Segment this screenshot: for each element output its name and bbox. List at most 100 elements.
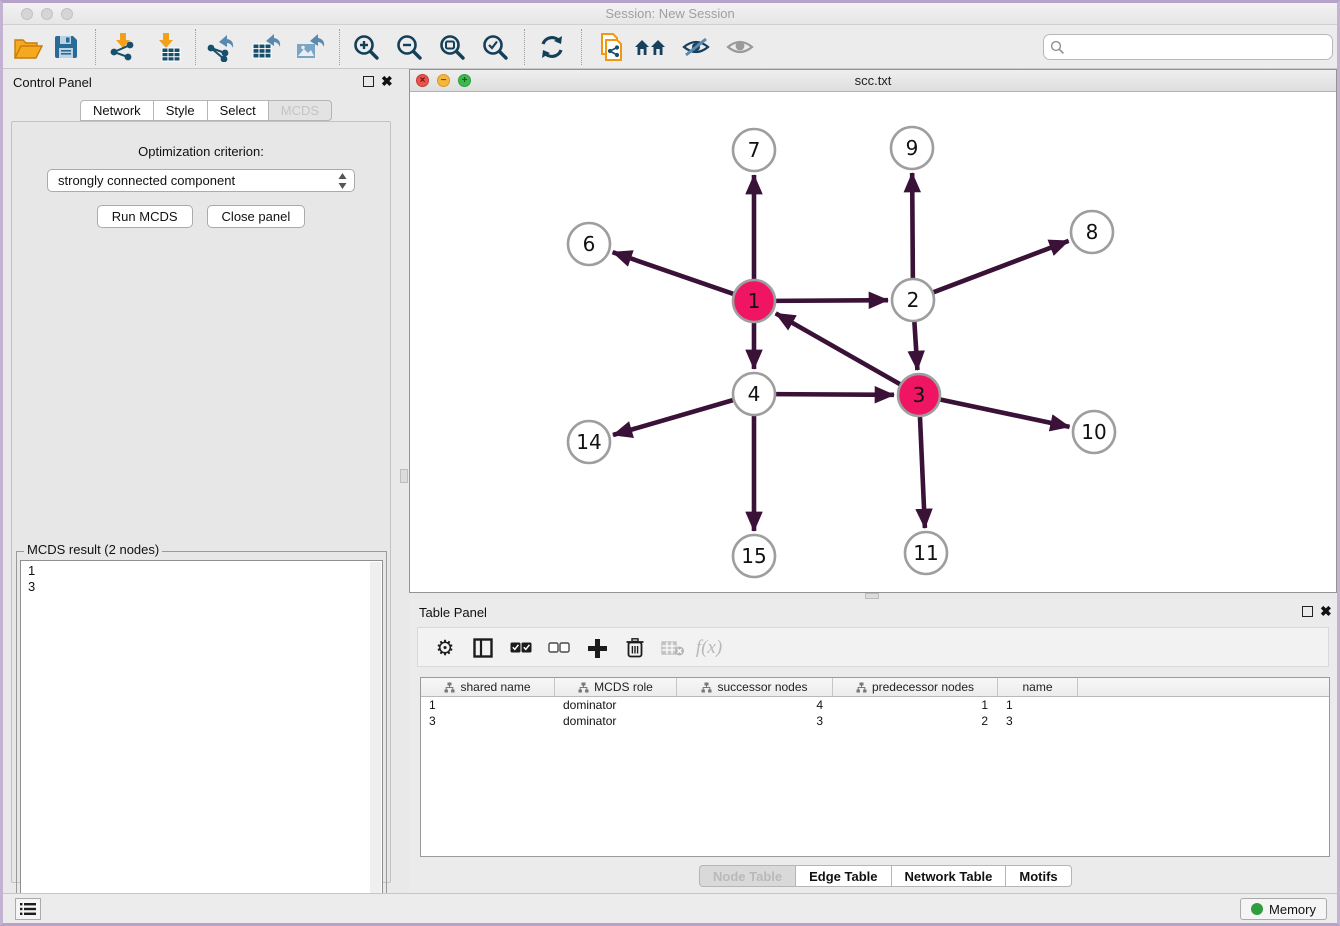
table-row[interactable]: 1dominator411 (421, 697, 1329, 713)
task-history-button[interactable] (15, 898, 41, 920)
table-cell[interactable]: 3 (998, 713, 1078, 729)
edge-2-9[interactable] (912, 173, 913, 279)
show-column-icon[interactable] (468, 633, 498, 663)
dropdown-arrows-icon (338, 173, 347, 189)
result-scrollbar[interactable] (370, 562, 381, 912)
run-mcds-button[interactable]: Run MCDS (97, 205, 193, 228)
add-row-icon[interactable] (582, 633, 612, 663)
table-close-panel-icon[interactable]: ✖ (1320, 603, 1332, 619)
zoom-fit-icon[interactable] (435, 31, 469, 63)
export-image-icon[interactable] (293, 31, 327, 63)
duplicate-network-icon[interactable] (593, 31, 627, 63)
float-panel-icon[interactable] (363, 76, 374, 87)
edge-4-14[interactable] (613, 400, 734, 435)
column-header-predecessor-nodes[interactable]: predecessor nodes (833, 678, 998, 696)
show-all-icon[interactable] (723, 31, 757, 63)
table-cell[interactable]: 3 (421, 713, 555, 729)
search-input[interactable] (1065, 37, 1332, 57)
delete-row-icon[interactable] (620, 633, 650, 663)
node-10[interactable]: 10 (1073, 411, 1115, 453)
network-graph[interactable]: 7 9 6 8 1 2 4 3 14 10 15 11 (410, 92, 1336, 592)
settings-icon[interactable]: ⚙ (430, 633, 460, 663)
edge-3-10[interactable] (940, 399, 1070, 426)
save-session-icon[interactable] (49, 31, 83, 63)
open-file-icon[interactable] (11, 31, 45, 63)
zoom-in-icon[interactable] (349, 31, 383, 63)
close-panel-button[interactable]: Close panel (207, 205, 306, 228)
node-7[interactable]: 7 (733, 129, 775, 171)
node-8[interactable]: 8 (1071, 211, 1113, 253)
node-15[interactable]: 15 (733, 535, 775, 577)
table-cell[interactable]: 1 (998, 697, 1078, 713)
mcds-panel: Optimization criterion: strongly connect… (11, 121, 391, 883)
table-row[interactable]: 3dominator323 (421, 713, 1329, 729)
tab-node-table[interactable]: Node Table (699, 865, 795, 887)
node-4[interactable]: 4 (733, 373, 775, 415)
node-label: 15 (741, 544, 766, 568)
vertical-splitter[interactable] (399, 69, 409, 893)
memory-button[interactable]: Memory (1240, 898, 1327, 920)
node-11[interactable]: 11 (905, 532, 947, 574)
column-header-label: successor nodes (717, 680, 807, 694)
table-cell[interactable]: dominator (555, 697, 677, 713)
import-table-icon[interactable] (151, 31, 185, 63)
close-panel-icon[interactable]: ✖ (381, 73, 393, 89)
tab-network-table[interactable]: Network Table (891, 865, 1006, 887)
edge-2-3[interactable] (914, 321, 917, 370)
network-window-titlebar: × − + scc.txt (410, 70, 1336, 92)
table-cell[interactable]: dominator (555, 713, 677, 729)
table-cell[interactable]: 2 (833, 713, 998, 729)
search-box[interactable] (1043, 34, 1333, 60)
table-cell[interactable]: 3 (677, 713, 833, 729)
node-6[interactable]: 6 (568, 223, 610, 265)
refresh-icon[interactable] (535, 31, 569, 63)
toolbar-separator (95, 29, 96, 65)
node-label: 7 (748, 138, 761, 162)
column-header-shared-name[interactable]: shared name (421, 678, 555, 696)
node-14[interactable]: 14 (568, 421, 610, 463)
window-titlebar: Session: New Session (3, 3, 1337, 25)
hide-selected-icon[interactable] (679, 31, 713, 63)
column-header-MCDS-role[interactable]: MCDS role (555, 678, 677, 696)
edge-3-1[interactable] (776, 313, 901, 384)
column-header-successor-nodes[interactable]: successor nodes (677, 678, 833, 696)
export-table-icon[interactable] (249, 31, 283, 63)
unselect-all-icon[interactable] (544, 633, 574, 663)
import-network-icon[interactable] (105, 31, 139, 63)
tab-motifs[interactable]: Motifs (1005, 865, 1071, 887)
first-neighbors-icon[interactable] (633, 31, 667, 63)
table-cell[interactable]: 1 (833, 697, 998, 713)
edge-2-8[interactable] (933, 241, 1069, 293)
node-1[interactable]: 1 (733, 280, 775, 322)
zoom-selected-icon[interactable] (478, 31, 512, 63)
edge-1-2[interactable] (775, 300, 888, 301)
criterion-dropdown[interactable]: strongly connected component (47, 169, 355, 192)
export-network-icon[interactable] (203, 31, 237, 63)
column-header-label: shared name (460, 680, 530, 694)
tab-mcds[interactable]: MCDS (268, 100, 332, 121)
table-cell[interactable]: 4 (677, 697, 833, 713)
column-sort-icon (856, 682, 867, 693)
table-cell[interactable]: 1 (421, 697, 555, 713)
edge-3-11[interactable] (920, 416, 925, 528)
mcds-result-title: MCDS result (2 nodes) (24, 542, 162, 557)
network-canvas[interactable]: 7 9 6 8 1 2 4 3 14 10 15 11 (410, 92, 1336, 592)
tab-network[interactable]: Network (80, 100, 153, 121)
vertical-splitter-handle[interactable] (400, 469, 408, 483)
mcds-result-list[interactable]: 1 3 (20, 560, 383, 912)
zoom-out-icon[interactable] (392, 31, 426, 63)
edge-1-6[interactable] (613, 252, 735, 294)
tab-edge-table[interactable]: Edge Table (795, 865, 890, 887)
tab-style[interactable]: Style (153, 100, 207, 121)
table-float-panel-icon[interactable] (1302, 606, 1313, 617)
edge-4-3[interactable] (775, 394, 894, 395)
node-table: shared name MCDS role successor nodes prede… (420, 677, 1330, 857)
column-header-name[interactable]: name (998, 678, 1078, 696)
node-2[interactable]: 2 (892, 279, 934, 321)
node-3[interactable]: 3 (898, 374, 940, 416)
node-9[interactable]: 9 (891, 127, 933, 169)
tab-select[interactable]: Select (207, 100, 268, 121)
select-all-icon[interactable] (506, 633, 536, 663)
mcds-result-field: MCDS result (2 nodes) 1 3 (16, 543, 387, 920)
node-label: 1 (748, 289, 761, 313)
